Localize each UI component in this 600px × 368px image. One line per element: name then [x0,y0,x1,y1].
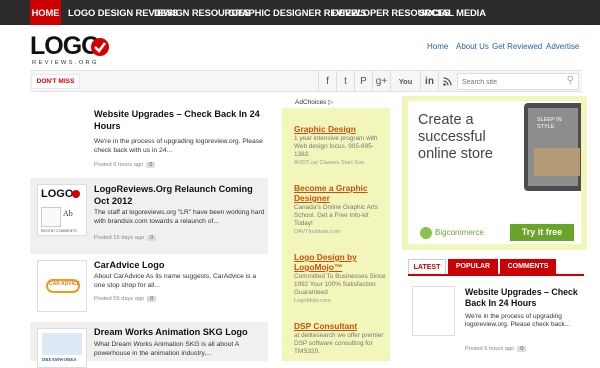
article-card: Website Upgrades – Check Back In 24 Hour… [30,100,268,178]
thumb-caption: DREAMWORKS [42,357,77,362]
link-get-reviewed[interactable]: Get Reviewed [492,42,542,51]
article-meta: Posted 16 days ago 0 [94,235,157,241]
article-excerpt: About CarAdvice As its name suggests, Ca… [94,273,257,289]
ad-choices-label[interactable]: AdChoices ▷ [295,98,333,106]
thumb-caption: RECENT COMMENTS [41,229,77,233]
logo-subtext: REVIEWS.ORG [32,60,99,66]
ad-title[interactable]: Graphic Design [294,124,388,134]
dont-miss-bar: DON'T MISS f t P g+ You in ⚲ [30,70,582,92]
nav-social-media[interactable]: SOCIAL MEDIA [419,0,486,25]
link-home[interactable]: Home [427,42,448,51]
bigcommerce-logo-icon [420,227,432,239]
article-thumbnail[interactable]: LOGO Ab RECENT COMMENTS [37,184,87,236]
ad-url: AODT.ca/ Classes Start Soo [294,160,365,166]
phone-screen-text: SLEEP IN STYLE [537,117,562,130]
linkedin-icon[interactable]: in [420,71,438,92]
phone-image: SLEEP IN STYLE [524,103,581,191]
article-meta: Posted 55 days ago 0 [94,296,157,302]
bigcommerce-banner-ad[interactable]: Create a successful online store SLEEP I… [402,96,587,250]
article-card: CAR ADVICE CarAdvice Logo About CarAdvic… [30,254,268,320]
latest-thumbnail[interactable] [412,286,455,336]
tab-comments[interactable]: COMMENTS [500,259,556,274]
article-date: Posted 16 days ago [94,235,145,241]
article-title[interactable]: Dream Works Animation SKG Logo [94,327,264,339]
text-ad[interactable]: Logo Design by LogoMojo™ Committed To Bu… [294,252,388,305]
article-title[interactable]: LogoReviews.Org Relaunch Coming Oct 2012 [94,184,264,207]
ad-title[interactable]: DSP Consultant [294,321,388,331]
tab-popular[interactable]: POPULAR [448,259,498,274]
latest-excerpt: We're in the process of upgrading logore… [465,313,571,329]
tab-latest[interactable]: LATEST [408,259,446,274]
article-thumbnail[interactable]: CAR ADVICE [37,260,87,312]
ad-description: 1 year intensive program with Web design… [294,135,378,158]
bigcommerce-brand: Bigcommerce [435,228,484,237]
thumb-caption: CAR ADVICE [49,281,80,287]
link-about-us[interactable]: About Us [456,42,489,51]
ad-url: LogoMojo.com [294,298,331,304]
nav-home[interactable]: HOME [30,0,61,25]
article-date: Posted 55 days ago [94,296,145,302]
checkmark-icon [72,190,80,198]
ad-choices-text: AdChoices [295,99,327,106]
pinterest-icon[interactable]: P [354,71,372,92]
ad-title[interactable]: Logo Design by LogoMojo™ [294,252,388,272]
sidebar-tabs: LATEST POPULAR COMMENTS [408,259,584,276]
banner-headline: Create a successful online store [418,112,493,162]
dreamworks-sky-image [42,333,82,355]
search-icon[interactable]: ⚲ [567,75,574,86]
comment-count-badge[interactable]: 0 [147,235,157,241]
latest-meta: Posted 6 hours ago 0 [465,346,527,352]
avatar [41,207,61,227]
top-navigation: HOME LOGO DESIGN REVIEWS DESIGN RESOURCE… [0,0,600,25]
ad-description: at delitesearch we offer premier DSP sof… [294,332,384,355]
rss-icon[interactable] [438,71,456,92]
article-excerpt: The staff at logoreviews.org "LR" have b… [94,209,265,225]
article-excerpt: We're in the process of upgrading logore… [94,138,263,154]
logo-text: LOGO [30,32,101,60]
article-date: Posted 6 hours ago [94,162,144,168]
phone-screen: SLEEP IN STYLE [528,108,580,186]
article-title[interactable]: CarAdvice Logo [94,260,264,272]
dont-miss-label: DON'T MISS [31,74,80,89]
logo-mini-text: LOGO [41,188,74,200]
ad-description: Canada's Online Graphic Arts School. Get… [294,204,378,227]
youtube-icon[interactable]: You [390,71,420,92]
product-shelf-image [534,148,580,176]
signature-image: Ab [63,209,73,218]
twitter-icon[interactable]: t [336,71,354,92]
ad-description: Committed To Businesses Since 1992 Your … [294,273,386,296]
checkmark-icon [91,38,109,56]
site-logo[interactable]: LOGO REVIEWS.ORG [30,33,112,71]
comment-count-badge[interactable]: 0 [146,162,156,168]
link-advertise[interactable]: Advertise [546,42,579,51]
article-title[interactable]: Website Upgrades – Check Back In 24 Hour… [94,109,264,132]
comment-count-badge[interactable]: 0 [517,346,527,352]
article-card: LOGO Ab RECENT COMMENTS LogoReviews.Org … [30,178,268,254]
latest-title[interactable]: Website Upgrades – Check Back In 24 Hour… [465,287,585,309]
article-thumbnail[interactable]: DREAMWORKS [37,328,87,368]
latest-date: Posted 6 hours ago [465,346,515,352]
google-plus-icon[interactable]: g+ [372,71,390,92]
ad-choices-icon: ▷ [328,99,334,106]
facebook-icon[interactable]: f [318,71,336,92]
try-it-free-button[interactable]: Try it free [510,224,574,241]
text-ad[interactable]: Graphic Design 1 year intensive program … [294,124,388,167]
search-box: ⚲ [457,73,579,90]
article-card: DREAMWORKS Dream Works Animation SKG Log… [30,322,268,368]
article-excerpt: What Dream Works Animation SKG is all ab… [94,341,239,357]
article-meta: Posted 6 hours ago 0 [94,162,156,168]
text-ad[interactable]: DSP Consultant at delitesearch we offer … [294,321,388,356]
banner-content: Create a successful online store SLEEP I… [408,101,581,244]
ad-title[interactable]: Become a Graphic Designer [294,183,388,203]
comment-count-badge[interactable]: 0 [147,296,157,302]
search-input[interactable] [462,75,558,89]
text-ads-column: Graphic Design 1 year intensive program … [282,108,390,361]
ad-url: DAVTInstitute.com [294,229,341,235]
text-ad[interactable]: Become a Graphic Designer Canada's Onlin… [294,183,388,236]
